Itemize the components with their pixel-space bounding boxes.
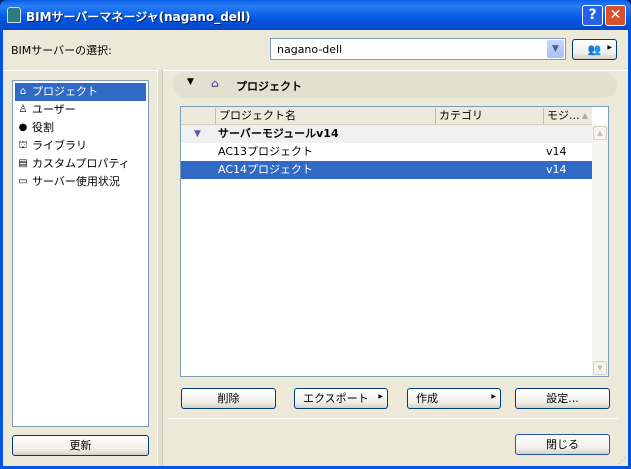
chevron-down-icon[interactable]: ▼ (547, 40, 564, 58)
app-icon (7, 7, 21, 23)
menu-arrow-icon: ▶ (607, 44, 612, 51)
scroll-up-icon[interactable]: ▲ (593, 126, 607, 140)
role-icon: ● (18, 122, 28, 133)
server-users-button[interactable]: 👥 ▶ (572, 39, 617, 60)
table-row[interactable]: AC14プロジェクト v14 (181, 161, 592, 179)
sidebar-item-project[interactable]: ⌂ プロジェクト (15, 83, 146, 101)
project-icon: ⌂ (211, 77, 219, 90)
column-header-name[interactable]: プロジェクト名 (215, 108, 435, 124)
close-window-button[interactable]: ✕ (605, 5, 626, 26)
chart-icon: ▭ (18, 176, 28, 187)
group-row[interactable]: ▼ サーバーモジュールv14 (181, 125, 592, 143)
column-header-label: モジ... (547, 109, 580, 122)
sort-ascending-icon: ▲ (581, 111, 588, 120)
sidebar-item-label: ユーザー (32, 103, 76, 116)
delete-button[interactable]: 削除 (181, 388, 276, 409)
sidebar-list: ⌂ プロジェクト ♙ ユーザー ● 役割 ⛫ ライブラリ ▤ カスタムプロパティ ▭ サーバ… (12, 80, 149, 427)
export-label: エクスポート (303, 392, 369, 405)
group-label: サーバーモジュールv14 (218, 127, 339, 140)
window: BIMサーバーマネージャ(nagano_dell) ? ✕ BIMサーバーの選択… (0, 0, 631, 469)
resize-grip-icon[interactable]: ⋰ (618, 456, 626, 465)
divider (3, 70, 628, 71)
close-button[interactable]: 閉じる (515, 434, 610, 455)
column-header-module[interactable]: モジ... ▲ (543, 108, 592, 124)
table-row[interactable]: AC13プロジェクト v14 (181, 143, 592, 161)
table-header: プロジェクト名 カテゴリ モジ... ▲ (181, 107, 592, 125)
help-button[interactable]: ? (582, 5, 603, 26)
menu-arrow-icon: ▶ (378, 393, 383, 400)
server-select-label: BIMサーバーの選択: (11, 44, 112, 57)
cell-name: AC13プロジェクト (218, 145, 314, 158)
sidebar-item-custom-properties[interactable]: ▤ カスタムプロパティ (15, 155, 146, 173)
section-header: ▼ ⌂ プロジェクト (173, 72, 617, 98)
menu-arrow-icon: ▶ (491, 393, 496, 400)
sidebar-item-label: カスタムプロパティ (32, 157, 130, 170)
document-icon: ▤ (18, 158, 28, 169)
sidebar-item-users[interactable]: ♙ ユーザー (15, 101, 146, 119)
server-select-combo[interactable]: nagano-dell ▼ (270, 38, 566, 60)
sidebar-item-label: サーバー使用状況 (32, 175, 120, 188)
user-icon: ♙ (18, 104, 28, 115)
settings-button[interactable]: 設定... (515, 388, 610, 409)
export-button[interactable]: エクスポート ▶ (294, 388, 388, 409)
expand-triangle-icon[interactable]: ▼ (194, 125, 201, 143)
refresh-button[interactable]: 更新 (12, 435, 149, 456)
sidebar-item-server-usage[interactable]: ▭ サーバー使用状況 (15, 173, 146, 191)
divider (168, 418, 618, 419)
section-title: プロジェクト (236, 80, 302, 93)
window-title: BIMサーバーマネージャ(nagano_dell) (26, 10, 251, 24)
cell-name: AC14プロジェクト (218, 163, 314, 176)
cell-module: v14 (546, 163, 567, 176)
title-bar[interactable]: BIMサーバーマネージャ(nagano_dell) ? ✕ (0, 0, 631, 30)
sidebar-item-label: 役割 (32, 121, 54, 134)
sidebar-item-roles[interactable]: ● 役割 (15, 119, 146, 137)
cell-module: v14 (546, 145, 567, 158)
sidebar-item-label: ライブラリ (32, 139, 87, 152)
server-select-value: nagano-dell (277, 43, 343, 56)
sidebar-item-label: プロジェクト (32, 85, 98, 98)
vertical-scrollbar[interactable]: ▲ ▼ (592, 125, 608, 376)
create-label: 作成 (416, 392, 438, 405)
column-header-category[interactable]: カテゴリ (435, 108, 543, 124)
project-table: プロジェクト名 カテゴリ モジ... ▲ ▼ サーバーモジュールv14 AC13プ… (180, 106, 609, 377)
collapse-triangle-icon[interactable]: ▼ (187, 77, 194, 87)
library-icon: ⛫ (18, 140, 28, 151)
scroll-down-icon[interactable]: ▼ (593, 361, 607, 375)
project-icon: ⌂ (19, 86, 27, 97)
splitter[interactable] (157, 70, 163, 466)
users-icon: 👥 (587, 43, 602, 56)
create-button[interactable]: 作成 ▶ (407, 388, 501, 409)
sidebar-item-library[interactable]: ⛫ ライブラリ (15, 137, 146, 155)
